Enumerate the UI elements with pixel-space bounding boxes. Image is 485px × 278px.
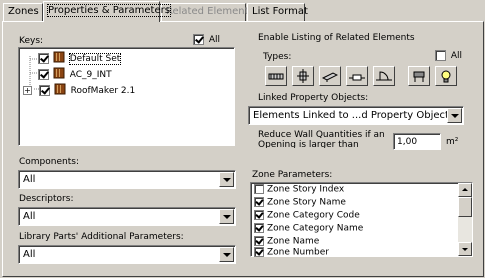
components-select[interactable]: All xyxy=(18,170,236,189)
scroll-thumb[interactable] xyxy=(458,197,472,217)
types-label: Types: xyxy=(263,52,292,62)
chevron-down-icon[interactable] xyxy=(447,108,462,123)
reduce-unit: m² xyxy=(446,137,459,147)
types-all-check[interactable] xyxy=(435,50,446,61)
zone-param-checkbox[interactable] xyxy=(254,223,264,233)
keys-all-check[interactable] xyxy=(193,34,204,45)
scroll-down-icon xyxy=(462,248,468,251)
wall-type-icon xyxy=(268,73,284,80)
types-all-checkbox[interactable]: All xyxy=(435,50,462,61)
keys-all-label: All xyxy=(208,35,221,45)
tree-item-label: RoofMaker 2.1 xyxy=(70,86,136,96)
zone-params-list[interactable]: Zone Story Index Zone Story Name Zone Ca… xyxy=(250,182,473,259)
zone-param-checkbox[interactable] xyxy=(254,184,264,194)
reduce-label-line2: Opening is larger than xyxy=(258,140,359,148)
tab-zones[interactable]: Zones xyxy=(3,3,43,21)
door-type-icon xyxy=(376,71,392,81)
scroll-up-button[interactable] xyxy=(458,183,472,197)
door-type-button[interactable] xyxy=(373,66,395,86)
zone-param-checkbox[interactable] xyxy=(254,197,264,207)
linked-label: Linked Property Objects: xyxy=(258,93,369,103)
zone-params-label: Zone Parameters: xyxy=(252,170,333,180)
library-params-label: Library Parts' Additional Parameters: xyxy=(19,232,184,242)
reduce-input[interactable]: 1,00 xyxy=(393,133,441,150)
tree-item-default-set[interactable]: Default Set xyxy=(38,51,122,66)
window-type-button[interactable] xyxy=(346,66,368,86)
reduce-label-line1: Reduce Wall Quantities if an xyxy=(258,130,385,140)
zone-param-story-index[interactable]: Zone Story Index xyxy=(254,184,344,196)
tab-list-format[interactable]: List Format xyxy=(247,3,308,21)
chevron-down-icon[interactable] xyxy=(219,209,234,224)
chevron-down-icon[interactable] xyxy=(219,247,234,262)
tab-properties-parameters[interactable]: Properties & Parameters xyxy=(43,1,171,22)
components-label: Components: xyxy=(19,157,79,167)
tree-item-checkbox[interactable] xyxy=(38,53,49,64)
book-icon xyxy=(54,83,66,98)
tree-item-ac9int[interactable]: AC_9_INT xyxy=(38,67,112,81)
scroll-down-button[interactable] xyxy=(458,242,472,256)
lamp-type-icon xyxy=(441,70,451,83)
tree-item-checkbox[interactable] xyxy=(38,69,49,80)
linked-value: Elements Linked to ...d Property Objects xyxy=(253,110,455,121)
column-type-icon xyxy=(297,69,309,83)
book-icon xyxy=(53,67,65,82)
library-params-value: All xyxy=(23,249,36,260)
expand-plus-icon[interactable]: + xyxy=(23,86,32,95)
column-type-button[interactable] xyxy=(292,66,314,86)
zone-param-number[interactable]: Zone Number xyxy=(254,247,329,259)
descriptors-select[interactable]: All xyxy=(18,207,236,226)
descriptors-label: Descriptors: xyxy=(19,194,74,204)
library-params-select[interactable]: All xyxy=(18,245,236,264)
beam-type-icon xyxy=(322,72,338,82)
tree-item-roofmaker[interactable]: + RoofMaker 2.1 xyxy=(23,83,135,97)
chevron-down-icon[interactable] xyxy=(219,172,234,187)
beam-type-button[interactable] xyxy=(319,66,341,86)
zone-param-category-code[interactable]: Zone Category Code xyxy=(254,210,360,222)
lamp-type-button[interactable] xyxy=(435,66,457,86)
wall-type-button[interactable] xyxy=(265,66,287,86)
book-icon xyxy=(53,51,65,66)
keys-label: Keys: xyxy=(19,36,44,46)
reduce-value: 1,00 xyxy=(397,137,418,147)
zone-param-checkbox[interactable] xyxy=(254,236,264,246)
descriptors-value: All xyxy=(23,211,36,222)
zone-param-checkbox[interactable] xyxy=(254,210,264,220)
zone-param-checkbox[interactable] xyxy=(254,247,264,257)
types-all-label: All xyxy=(450,51,463,61)
zone-param-story-name[interactable]: Zone Story Name xyxy=(254,197,346,209)
related-heading: Enable Listing of Related Elements xyxy=(258,33,415,43)
tree-item-label: AC_9_INT xyxy=(69,70,112,80)
scroll-up-icon xyxy=(462,188,468,191)
tab-label: Properties & Parameters xyxy=(47,4,171,17)
object-type-icon xyxy=(413,71,425,82)
zone-param-category-name[interactable]: Zone Category Name xyxy=(254,223,363,235)
window-type-icon xyxy=(349,74,365,81)
keys-all-checkbox[interactable]: All xyxy=(193,34,220,45)
object-type-button[interactable] xyxy=(408,66,430,86)
tree-item-checkbox[interactable] xyxy=(38,85,50,96)
tab-related-elements[interactable]: Related Elements xyxy=(161,3,254,21)
components-value: All xyxy=(23,174,36,185)
tree-item-label: Default Set xyxy=(68,53,122,65)
zone-params-scrollbar[interactable] xyxy=(458,183,472,256)
linked-select[interactable]: Elements Linked to ...d Property Objects xyxy=(248,106,464,125)
keys-tree[interactable]: Default Set AC_9_INT + RoofMaker 2.1 xyxy=(18,47,235,146)
